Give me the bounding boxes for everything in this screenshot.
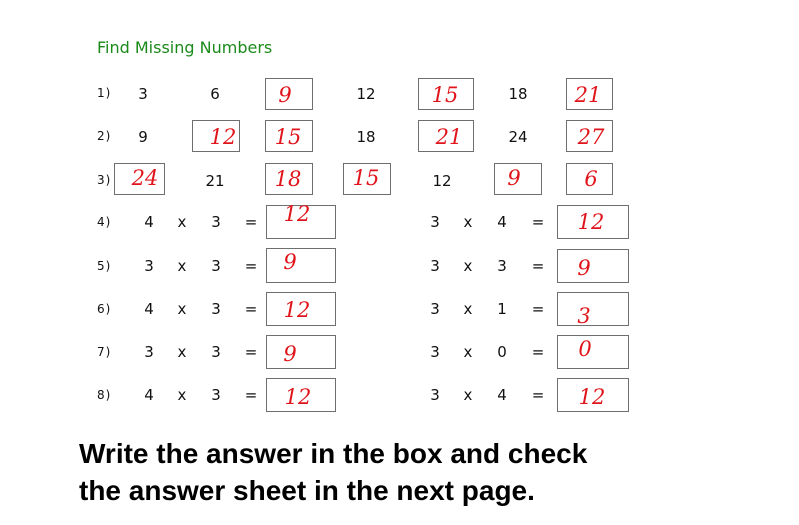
row-label: 6) (97, 302, 112, 316)
factor: 3 (211, 213, 221, 231)
factor: 4 (144, 300, 154, 318)
times-sign: x (177, 386, 187, 404)
times-sign: x (177, 343, 187, 361)
row-label: 1) (97, 86, 112, 100)
handwritten-answer: 27 (577, 125, 605, 149)
handwritten-answer: 15 (352, 166, 380, 190)
sequence-number: 18 (508, 85, 528, 103)
row-label: 8) (97, 388, 112, 402)
factor: 3 (144, 257, 154, 275)
factor: 3 (211, 300, 221, 318)
factor: 4 (497, 213, 507, 231)
factor: 3 (497, 257, 507, 275)
handwritten-answer: 21 (574, 83, 602, 107)
handwritten-answer: 18 (274, 167, 302, 191)
sequence-number: 12 (432, 172, 452, 190)
answer-box[interactable] (266, 335, 336, 369)
equals-sign: = (244, 257, 258, 275)
sequence-number: 3 (138, 85, 148, 103)
factor: 3 (430, 300, 440, 318)
worksheet-title: Find Missing Numbers (97, 38, 273, 57)
equals-sign: = (531, 386, 545, 404)
times-sign: x (463, 257, 473, 275)
equals-sign: = (244, 213, 258, 231)
factor: 4 (497, 386, 507, 404)
row-label: 5) (97, 259, 112, 273)
factor: 3 (430, 343, 440, 361)
handwritten-answer: 15 (431, 83, 459, 107)
handwritten-answer: 0 (578, 337, 592, 361)
factor: 4 (144, 386, 154, 404)
times-sign: x (463, 213, 473, 231)
row-label: 3) (97, 173, 112, 187)
answer-box[interactable] (557, 249, 629, 283)
handwritten-answer: 21 (435, 125, 463, 149)
times-sign: x (177, 300, 187, 318)
equals-sign: = (244, 343, 258, 361)
times-sign: x (463, 386, 473, 404)
equals-sign: = (244, 300, 258, 318)
handwritten-answer: 12 (209, 125, 237, 149)
factor: 3 (430, 257, 440, 275)
factor: 3 (211, 386, 221, 404)
handwritten-answer: 12 (578, 385, 606, 409)
equals-sign: = (531, 300, 545, 318)
instruction-text: Write the answer in the box and check th… (79, 435, 587, 509)
handwritten-answer: 12 (283, 202, 311, 226)
handwritten-answer: 12 (284, 385, 312, 409)
handwritten-answer: 9 (283, 250, 297, 274)
answer-box[interactable] (557, 335, 629, 369)
times-sign: x (177, 213, 187, 231)
times-sign: x (177, 257, 187, 275)
factor: 3 (144, 343, 154, 361)
factor: 4 (144, 213, 154, 231)
handwritten-answer: 12 (577, 210, 605, 234)
handwritten-answer: 12 (283, 298, 311, 322)
factor: 3 (211, 257, 221, 275)
handwritten-answer: 9 (577, 256, 591, 280)
equals-sign: = (531, 257, 545, 275)
instruction-line-2: the answer sheet in the next page. (79, 475, 535, 506)
answer-box[interactable] (557, 292, 629, 326)
equals-sign: = (244, 386, 258, 404)
row-label: 4) (97, 215, 112, 229)
equals-sign: = (531, 343, 545, 361)
equals-sign: = (531, 213, 545, 231)
instruction-line-1: Write the answer in the box and check (79, 438, 588, 469)
answer-box[interactable] (266, 248, 336, 283)
sequence-number: 18 (356, 128, 376, 146)
row-label: 2) (97, 129, 112, 143)
factor: 3 (211, 343, 221, 361)
handwritten-answer: 24 (131, 166, 159, 190)
sequence-number: 9 (138, 128, 148, 146)
times-sign: x (463, 300, 473, 318)
handwritten-answer: 6 (584, 167, 598, 191)
sequence-number: 12 (356, 85, 376, 103)
sequence-number: 21 (205, 172, 225, 190)
handwritten-answer: 3 (577, 304, 591, 328)
factor: 1 (497, 300, 507, 318)
row-label: 7) (97, 345, 112, 359)
sequence-number: 6 (210, 85, 220, 103)
handwritten-answer: 9 (507, 166, 521, 190)
factor: 3 (430, 386, 440, 404)
factor: 3 (430, 213, 440, 231)
times-sign: x (463, 343, 473, 361)
handwritten-answer: 9 (278, 83, 292, 107)
handwritten-answer: 9 (283, 342, 297, 366)
handwritten-answer: 15 (274, 125, 302, 149)
sequence-number: 24 (508, 128, 528, 146)
factor: 0 (497, 343, 507, 361)
